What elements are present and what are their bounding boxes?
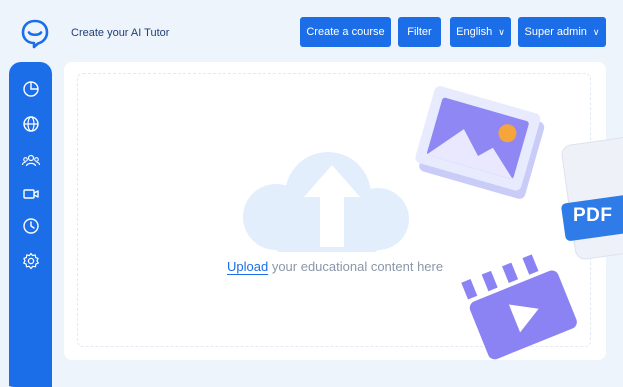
globe-icon bbox=[23, 116, 39, 132]
language-label: English bbox=[456, 26, 493, 38]
cloud-upload-icon[interactable] bbox=[236, 135, 416, 253]
dashboard-icon bbox=[23, 81, 39, 97]
sidebar-item-history[interactable] bbox=[21, 216, 41, 236]
filter-label: Filter bbox=[407, 26, 432, 38]
role-label: Super admin bbox=[524, 26, 587, 38]
app-window: Create your AI Tutor Create a course Fil… bbox=[0, 0, 623, 387]
settings-icon bbox=[23, 252, 39, 270]
chevron-down-icon: ∨ bbox=[592, 27, 600, 37]
upload-link[interactable]: Upload bbox=[227, 259, 268, 274]
page-title: Create your AI Tutor bbox=[71, 27, 170, 39]
app-logo[interactable] bbox=[20, 18, 50, 50]
sidebar bbox=[9, 62, 52, 387]
sidebar-item-video[interactable] bbox=[21, 184, 41, 204]
chevron-down-icon: ∨ bbox=[498, 27, 505, 37]
pdf-label: PDF bbox=[573, 205, 613, 226]
role-dropdown[interactable]: Super admin ∨ bbox=[518, 17, 606, 47]
sidebar-item-dashboard[interactable] bbox=[21, 79, 41, 99]
video-illustration-icon bbox=[455, 248, 577, 360]
create-course-button[interactable]: Create a course bbox=[300, 17, 391, 47]
users-icon bbox=[21, 154, 41, 167]
video-icon bbox=[23, 189, 39, 199]
upload-message: your educational content here bbox=[268, 259, 444, 274]
sidebar-item-users[interactable] bbox=[21, 151, 41, 171]
sidebar-item-globe[interactable] bbox=[21, 114, 41, 134]
create-course-label: Create a course bbox=[306, 26, 385, 38]
image-illustration-icon bbox=[415, 86, 545, 199]
sidebar-item-settings[interactable] bbox=[21, 251, 41, 271]
language-dropdown[interactable]: English ∨ bbox=[450, 17, 511, 47]
filter-button[interactable]: Filter bbox=[398, 17, 441, 47]
clock-icon bbox=[23, 218, 39, 234]
